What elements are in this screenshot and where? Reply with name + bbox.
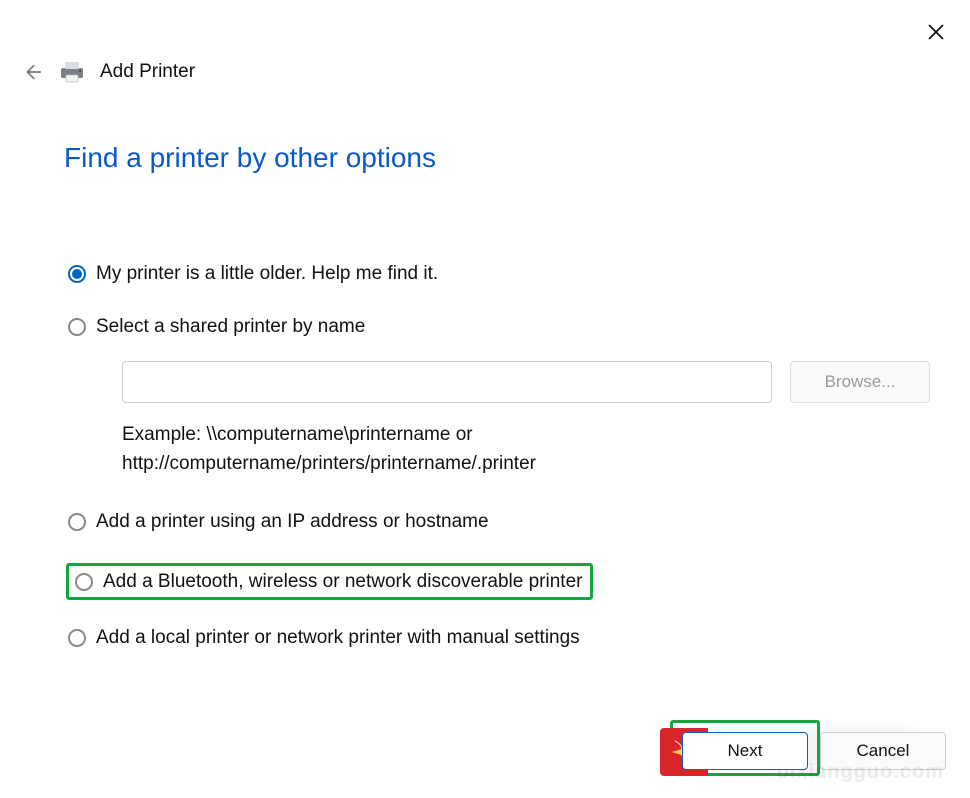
close-icon [927,23,945,41]
radio-ip-printer[interactable] [68,513,86,531]
option-ip-printer[interactable]: Add a printer using an IP address or hos… [68,510,930,535]
cancel-button[interactable]: Cancel [820,732,946,770]
wizard-footer: Next Cancel [682,732,946,770]
next-button[interactable]: Next [682,732,808,770]
option-ip-label: Add a printer using an IP address or hos… [96,510,489,535]
wizard-content: Find a printer by other options My print… [64,142,930,679]
shared-printer-name-input[interactable] [122,361,772,403]
radio-bluetooth-printer[interactable] [75,573,93,591]
page-heading: Find a printer by other options [64,142,930,174]
option-bluetooth-label: Add a Bluetooth, wireless or network dis… [103,572,582,591]
wizard-header: Add Printer [20,60,195,84]
radio-local-printer[interactable] [68,629,86,647]
close-button[interactable] [922,18,950,46]
options-group: My printer is a little older. Help me fi… [68,262,930,651]
radio-shared-printer[interactable] [68,318,86,336]
printer-icon [58,61,86,83]
option-shared-printer[interactable]: Select a shared printer by name [68,315,930,340]
window-title: Add Printer [100,61,195,83]
example-line-1: Example: \\computername\printername or [122,424,473,445]
browse-button[interactable]: Browse... [790,361,930,403]
option-older-printer[interactable]: My printer is a little older. Help me fi… [68,262,930,287]
shared-subrow: Browse... [122,361,930,403]
option-local-printer[interactable]: Add a local printer or network printer w… [68,626,930,651]
option-shared-label: Select a shared printer by name [96,315,365,340]
back-arrow-icon [21,61,43,83]
back-button[interactable] [20,60,44,84]
shared-example-text: Example: \\computername\printername or h… [122,421,930,478]
radio-older-printer[interactable] [68,265,86,283]
option-older-label: My printer is a little older. Help me fi… [96,262,438,287]
example-line-2: http://computername/printers/printername… [122,453,536,474]
option-bluetooth-highlight: Add a Bluetooth, wireless or network dis… [66,563,593,600]
option-shared-block: Select a shared printer by name Browse..… [68,315,930,479]
option-local-label: Add a local printer or network printer w… [96,626,580,651]
